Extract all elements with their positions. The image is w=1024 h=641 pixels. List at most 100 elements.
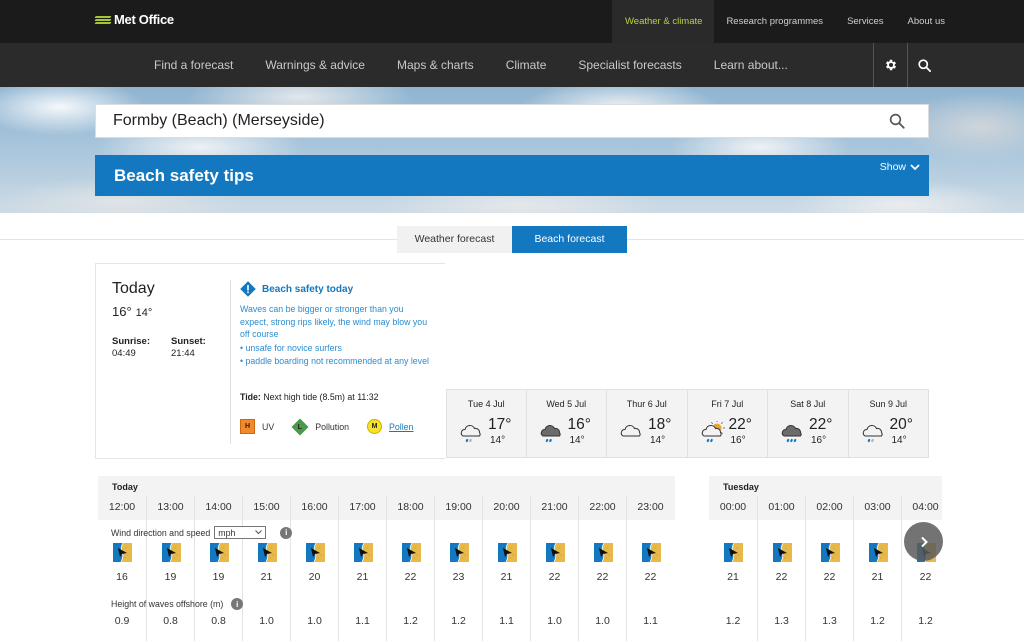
wind-direction-icon: [450, 542, 469, 567]
nav-climate[interactable]: Climate: [490, 43, 563, 87]
top-nav-spacer: [957, 0, 1024, 43]
day-card[interactable]: Thur 6 Jul 18° 14°: [607, 389, 688, 458]
wind-speed: 16: [116, 571, 128, 583]
wave-height: 1.2: [725, 615, 741, 627]
today-title: Today: [112, 280, 155, 297]
day-high: 20°: [889, 416, 913, 433]
wave-height: 0.8: [211, 615, 226, 627]
next-hours-button[interactable]: [904, 522, 943, 561]
uv-index: H UV: [240, 419, 274, 434]
wind-direction-icon: [306, 542, 325, 567]
wind-unit-select[interactable]: mph: [214, 526, 267, 539]
safety-bullet: • paddle boarding not recommended at any…: [240, 356, 429, 366]
top-nav-services[interactable]: Services: [835, 0, 895, 43]
day-name: Sun 9 Jul: [869, 399, 908, 409]
location-search: [95, 104, 929, 138]
chevron-down-icon: [910, 163, 920, 170]
wind-row-label: Wind direction and speed mph i: [111, 526, 293, 539]
location-search-input[interactable]: [96, 105, 876, 137]
tab-beach-forecast[interactable]: Beach forecast: [512, 226, 627, 253]
dark-cloud-heavy-rain-icon: [780, 421, 806, 450]
sunset-time: 21:44: [171, 348, 195, 359]
today-low: 14°: [135, 307, 153, 319]
site-search-button[interactable]: [907, 43, 941, 87]
wave-height: 1.0: [307, 615, 322, 627]
hour-column: 23:00 22 1.1: [626, 496, 674, 641]
wave-height: 1.2: [451, 615, 466, 627]
top-nav-about-us[interactable]: About us: [896, 0, 958, 43]
show-toggle[interactable]: Show: [880, 161, 920, 173]
search-icon[interactable]: [888, 112, 906, 130]
sunset: Sunset: 21:44: [171, 336, 206, 360]
hour-time: 04:00: [912, 501, 939, 513]
top-nav-research-programmes[interactable]: Research programmes: [714, 0, 835, 43]
day-card[interactable]: Wed 5 Jul 16° 14°: [526, 389, 607, 458]
wave-height: 0.8: [163, 615, 178, 627]
hour-column: 13:00 19 0.8: [146, 496, 194, 641]
main-nav: Find a forecast Warnings & advice Maps &…: [0, 43, 1024, 87]
hour-time: 16:00: [301, 501, 328, 513]
beach-safety-tips-banner[interactable]: Beach safety tips Show: [95, 155, 929, 196]
day-low: 16°: [730, 435, 746, 446]
info-icon[interactable]: i: [280, 526, 293, 539]
top-nav: Weather & climate Research programmes Se…: [611, 0, 1024, 43]
day-low: 14°: [569, 435, 585, 446]
nav-warnings-advice[interactable]: Warnings & advice: [249, 43, 381, 87]
hour-time: 02:00: [816, 501, 843, 513]
day-low: 14°: [891, 435, 907, 446]
day-name: Fri 7 Jul: [711, 399, 744, 409]
cloud-light-rain-icon: [861, 421, 887, 450]
settings-button[interactable]: [873, 43, 907, 87]
hour-time: 00:00: [719, 501, 747, 513]
met-office-logo[interactable]: Met Office: [94, 12, 174, 27]
pollen-level: M: [371, 423, 378, 430]
wind-speed: 19: [164, 571, 177, 583]
nav-specialist-forecasts[interactable]: Specialist forecasts: [562, 43, 697, 87]
wind-direction-icon: [546, 542, 565, 567]
pollen-link[interactable]: Pollen: [389, 422, 413, 432]
uv-level: H: [244, 423, 251, 430]
wave-height: 1.0: [259, 615, 274, 627]
wave-height: 1.0: [547, 615, 562, 627]
chevron-right-icon: [920, 536, 928, 547]
nav-find-a-forecast[interactable]: Find a forecast: [138, 43, 249, 87]
wind-direction-icon: [773, 542, 792, 567]
hour-time: 17:00: [349, 501, 376, 513]
hour-column: 21:00 22 1.0: [530, 496, 578, 641]
day-card[interactable]: Fri 7 Jul 22° 16°: [687, 389, 768, 458]
top-nav-weather-climate[interactable]: Weather & climate: [611, 0, 715, 43]
wind-speed: 21: [500, 571, 513, 583]
wind-speed: 20: [308, 571, 321, 583]
nav-learn-about[interactable]: Learn about...: [698, 43, 804, 87]
nav-maps-charts[interactable]: Maps & charts: [381, 43, 490, 87]
day-card[interactable]: Sun 9 Jul 20° 14°: [848, 389, 929, 458]
day-group-label: Tuesday: [723, 482, 759, 492]
wind-direction-icon: [724, 542, 743, 567]
wind-direction-icon: [402, 542, 421, 567]
hour-time: 21:00: [541, 501, 568, 513]
wave-height: 1.2: [918, 615, 933, 627]
wind-speed: 19: [212, 571, 225, 583]
wind-unit-value: mph: [218, 527, 236, 538]
uv-label: UV: [262, 421, 275, 432]
hour-column: 22:00 22 1.0: [578, 496, 626, 641]
wind-speed: 21: [871, 571, 884, 583]
hour-time: 13:00: [157, 501, 184, 513]
hour-column: 02:00 22 1.3: [805, 496, 853, 641]
pollen-badge-icon: M: [366, 419, 382, 434]
info-icon[interactable]: i: [231, 598, 244, 610]
wind-direction-icon: [210, 542, 229, 567]
hour-column: 16:00 20 1.0: [290, 496, 338, 641]
waves-label: Height of waves offshore (m): [111, 599, 224, 609]
wind-direction-icon: [498, 542, 517, 567]
sunrise: Sunrise: 04:49: [112, 336, 150, 360]
day-name: Tue 4 Jul: [467, 399, 505, 409]
day-card[interactable]: Tue 4 Jul 17° 14°: [446, 389, 527, 458]
day-card[interactable]: Sat 8 Jul 22° 16°: [768, 389, 849, 458]
uv-badge-icon: H: [240, 419, 255, 434]
tab-weather-forecast[interactable]: Weather forecast: [397, 226, 512, 253]
hour-column: 18:00 22 1.2: [386, 496, 434, 641]
wind-direction-icon: [594, 542, 613, 567]
pollution-label: Pollution: [315, 421, 349, 432]
day-high: 22°: [728, 416, 752, 433]
